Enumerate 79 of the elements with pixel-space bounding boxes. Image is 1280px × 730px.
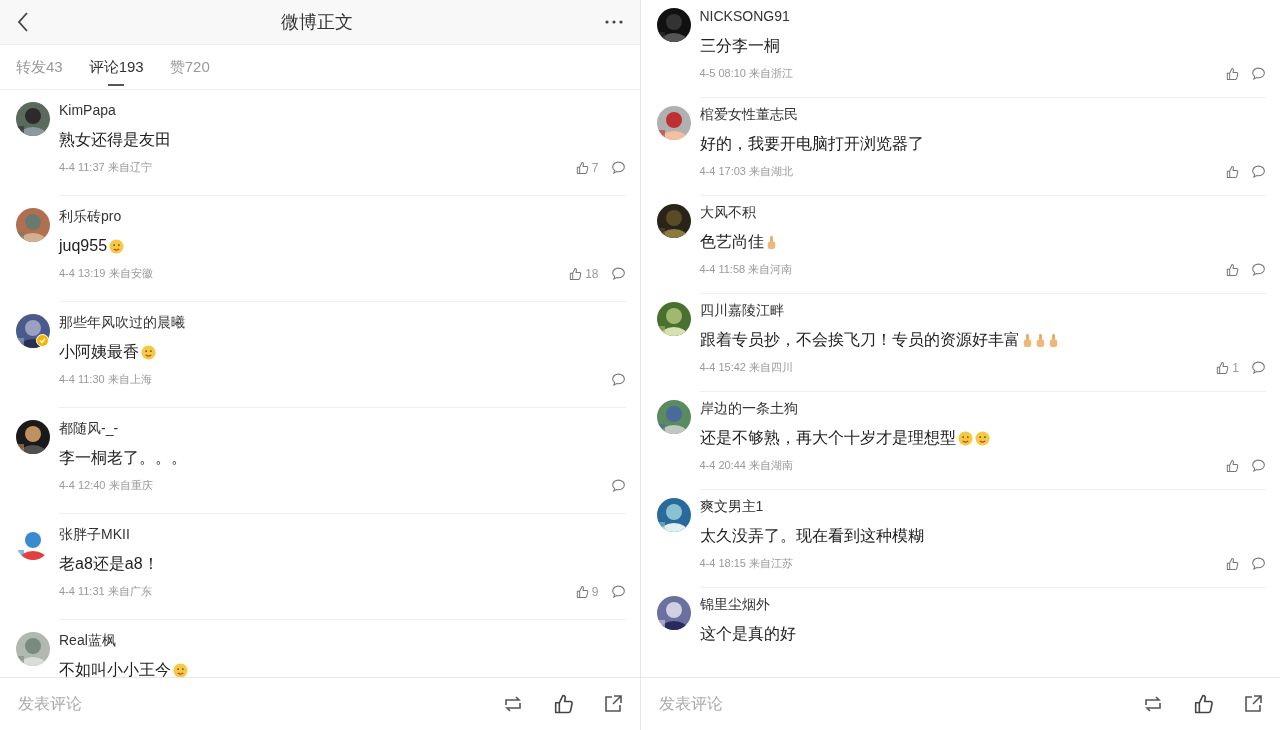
username[interactable]: NICKSONG91 (699, 6, 1266, 26)
comment-text: 这个是真的好 (699, 624, 796, 644)
face-emoji-icon (957, 430, 973, 446)
comment-text: 李一桐老了。。。 (59, 448, 187, 468)
comment-text: 熟女还得是友田 (59, 130, 171, 150)
face-emoji-icon (109, 238, 125, 254)
comment-icon[interactable] (610, 160, 626, 175)
comment-text: 色艺尚佳 (699, 232, 764, 252)
username[interactable]: 张胖子MKII (59, 524, 626, 544)
comment-time: 4-4 11:58 来自河南 (699, 262, 793, 277)
comment-icon[interactable] (1251, 458, 1266, 473)
comment-text: 好的，我要开电脑打开浏览器了 (699, 134, 924, 154)
comment-icon[interactable] (610, 372, 626, 387)
face-emoji-icon (974, 430, 990, 446)
comment-time: 4-4 20:44 来自湖南 (699, 458, 794, 473)
thumbs-up-icon (574, 160, 589, 175)
thumbs-up-icon (574, 584, 589, 599)
comment-text: 还是不够熟，再大个十岁才是理想型 (699, 428, 956, 448)
comment-time: 4-4 11:30 来自上海 (59, 372, 152, 387)
comment-text: 不如叫小小王今 (59, 660, 171, 677)
thumbs-up-emoji-icon (765, 234, 777, 250)
username[interactable]: 大风不积 (699, 202, 1266, 222)
comment-time: 4-4 18:15 来自江苏 (699, 556, 794, 571)
tab[interactable]: 评论193 (88, 47, 144, 87)
comment-time: 4-5 08:10 来自浙江 (699, 66, 794, 81)
username[interactable]: Real蓝枫 (59, 630, 626, 650)
comment-icon[interactable] (610, 266, 626, 281)
comment-time: 4-4 17:03 来自湖北 (699, 164, 794, 179)
thumbs-up-icon[interactable] (1192, 693, 1214, 715)
comment-icon[interactable] (610, 584, 626, 599)
thumbs-up-emoji-icon (1034, 332, 1046, 348)
like-button[interactable] (1225, 458, 1239, 473)
thumbs-up-icon (1225, 556, 1239, 571)
comment-input[interactable]: 发表评论 (656, 694, 1114, 714)
like-button[interactable] (1225, 66, 1239, 81)
like-button[interactable] (1225, 556, 1239, 571)
comment-text: 小阿姨最香 (59, 342, 139, 362)
like-button[interactable] (1225, 164, 1239, 179)
thumbs-up-emoji-icon (1021, 332, 1033, 348)
username[interactable]: 四川嘉陵江畔 (699, 300, 1266, 320)
thumbs-up-icon (1225, 262, 1239, 277)
face-emoji-icon (173, 662, 188, 677)
page-title: 微博正文 (280, 11, 353, 34)
username[interactable]: 岸边的一条土狗 (699, 398, 1266, 418)
comment-text: juq955 (59, 236, 108, 256)
comment-text: 跟着专员抄，不会挨飞刀！专员的资源好丰富 (699, 330, 1020, 350)
comment-icon[interactable] (1251, 262, 1266, 277)
thumbs-up-icon (568, 266, 583, 281)
comment-text: 老a8还是a8！ (59, 554, 159, 574)
comment-icon[interactable] (1251, 164, 1266, 179)
thumbs-up-icon (1225, 458, 1239, 473)
comment-icon[interactable] (1251, 66, 1266, 81)
thumbs-up-icon (1215, 360, 1230, 375)
comment-icon[interactable] (1251, 556, 1266, 571)
username[interactable]: 那些年风吹过的晨曦 (59, 312, 626, 332)
face-emoji-icon (141, 344, 156, 360)
username[interactable]: 棺爱女性董志民 (699, 104, 1266, 124)
thumbs-up-icon (1225, 66, 1239, 81)
more-icon[interactable] (603, 19, 624, 25)
back-icon[interactable] (16, 11, 30, 33)
comment-text: 三分李一桐 (699, 36, 780, 56)
comment-time: 4-4 11:37 来自辽宁 (59, 160, 152, 175)
comment-icon[interactable] (1251, 360, 1266, 375)
username[interactable]: 都随风-_- (59, 418, 626, 438)
comment-time: 4-4 15:42 来自四川 (699, 360, 794, 375)
username[interactable]: 锦里尘烟外 (699, 594, 1266, 614)
thumbs-up-icon (1225, 164, 1239, 179)
like-button[interactable] (1225, 262, 1239, 277)
comment-input[interactable]: 发表评论 (16, 694, 474, 714)
username[interactable]: 利乐砖pro (59, 206, 626, 226)
comment-time: 4-4 11:31 来自广东 (59, 584, 152, 599)
comment-time: 4-4 12:40 来自重庆 (59, 478, 153, 493)
thumbs-up-emoji-icon (1047, 332, 1059, 348)
username[interactable]: KimPapa (59, 100, 626, 120)
comment-text: 太久没弄了。现在看到这种模糊 (699, 526, 924, 546)
username[interactable]: 爽文男主1 (699, 496, 1266, 516)
comment-time: 4-4 13:19 来自安徽 (59, 266, 153, 281)
comment-icon[interactable] (610, 478, 626, 493)
share-icon[interactable] (1242, 693, 1264, 715)
